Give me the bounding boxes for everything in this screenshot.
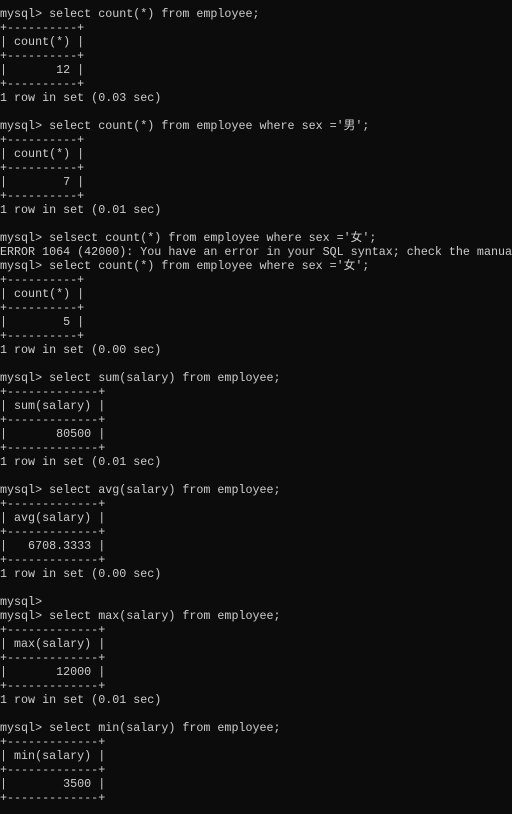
table-border: +-------------+	[0, 413, 106, 427]
table-border: +----------+	[0, 21, 85, 35]
result-summary: 1 row in set (0.01 sec)	[0, 455, 162, 469]
table-border: +-------------+	[0, 385, 106, 399]
result-summary: 1 row in set (0.01 sec)	[0, 693, 162, 707]
table-row: | count(*) |	[0, 287, 85, 301]
table-border: +-------------+	[0, 735, 106, 749]
table-row: | count(*) |	[0, 147, 85, 161]
command-line: mysql> select min(salary) from employee;	[0, 721, 281, 735]
table-border: +-------------+	[0, 553, 106, 567]
command-line: mysql> select count(*) from employee whe…	[0, 119, 370, 133]
result-summary: 1 row in set (0.00 sec)	[0, 343, 162, 357]
table-row: | 3500 |	[0, 777, 106, 791]
terminal-output[interactable]: mysql> select count(*) from employee; +--…	[0, 7, 512, 805]
table-row: | count(*) |	[0, 35, 85, 49]
table-border: +-------------+	[0, 497, 106, 511]
result-summary: 1 row in set (0.01 sec)	[0, 203, 162, 217]
command-line: mysql> selsect count(*) from employee wh…	[0, 231, 377, 245]
table-row: | 12000 |	[0, 665, 106, 679]
table-border: +----------+	[0, 49, 85, 63]
table-border: +-------------+	[0, 623, 106, 637]
table-border: +----------+	[0, 133, 85, 147]
table-border: +----------+	[0, 189, 85, 203]
table-border: +-------------+	[0, 441, 106, 455]
table-row: | 5 |	[0, 315, 85, 329]
table-border: +----------+	[0, 161, 85, 175]
command-line: mysql> select sum(salary) from employee;	[0, 371, 281, 385]
command-line: mysql> select avg(salary) from employee;	[0, 483, 281, 497]
result-summary: 1 row in set (0.00 sec)	[0, 567, 162, 581]
table-border: +----------+	[0, 273, 85, 287]
table-border: +-------------+	[0, 525, 106, 539]
table-row: | avg(salary) |	[0, 511, 106, 525]
command-line: mysql> select count(*) from employee whe…	[0, 259, 370, 273]
table-row: | 6708.3333 |	[0, 539, 106, 553]
table-row: | max(salary) |	[0, 637, 106, 651]
table-border: +-------------+	[0, 651, 106, 665]
command-line: mysql> select max(salary) from employee;	[0, 609, 281, 623]
table-row: | sum(salary) |	[0, 399, 106, 413]
table-border: +----------+	[0, 329, 85, 343]
table-row: | 80500 |	[0, 427, 106, 441]
command-line: mysql>	[0, 595, 43, 609]
table-border: +-------------+	[0, 679, 106, 693]
table-row: | min(salary) |	[0, 749, 106, 763]
table-row: | 7 |	[0, 175, 85, 189]
error-message: ERROR 1064 (42000): You have an error in…	[0, 245, 512, 259]
table-border: +-------------+	[0, 763, 106, 777]
table-border: +----------+	[0, 301, 85, 315]
table-border: +----------+	[0, 77, 85, 91]
table-row: | 12 |	[0, 63, 85, 77]
command-line: mysql> select count(*) from employee;	[0, 7, 260, 21]
result-summary: 1 row in set (0.03 sec)	[0, 91, 162, 105]
table-border: +-------------+	[0, 791, 106, 805]
